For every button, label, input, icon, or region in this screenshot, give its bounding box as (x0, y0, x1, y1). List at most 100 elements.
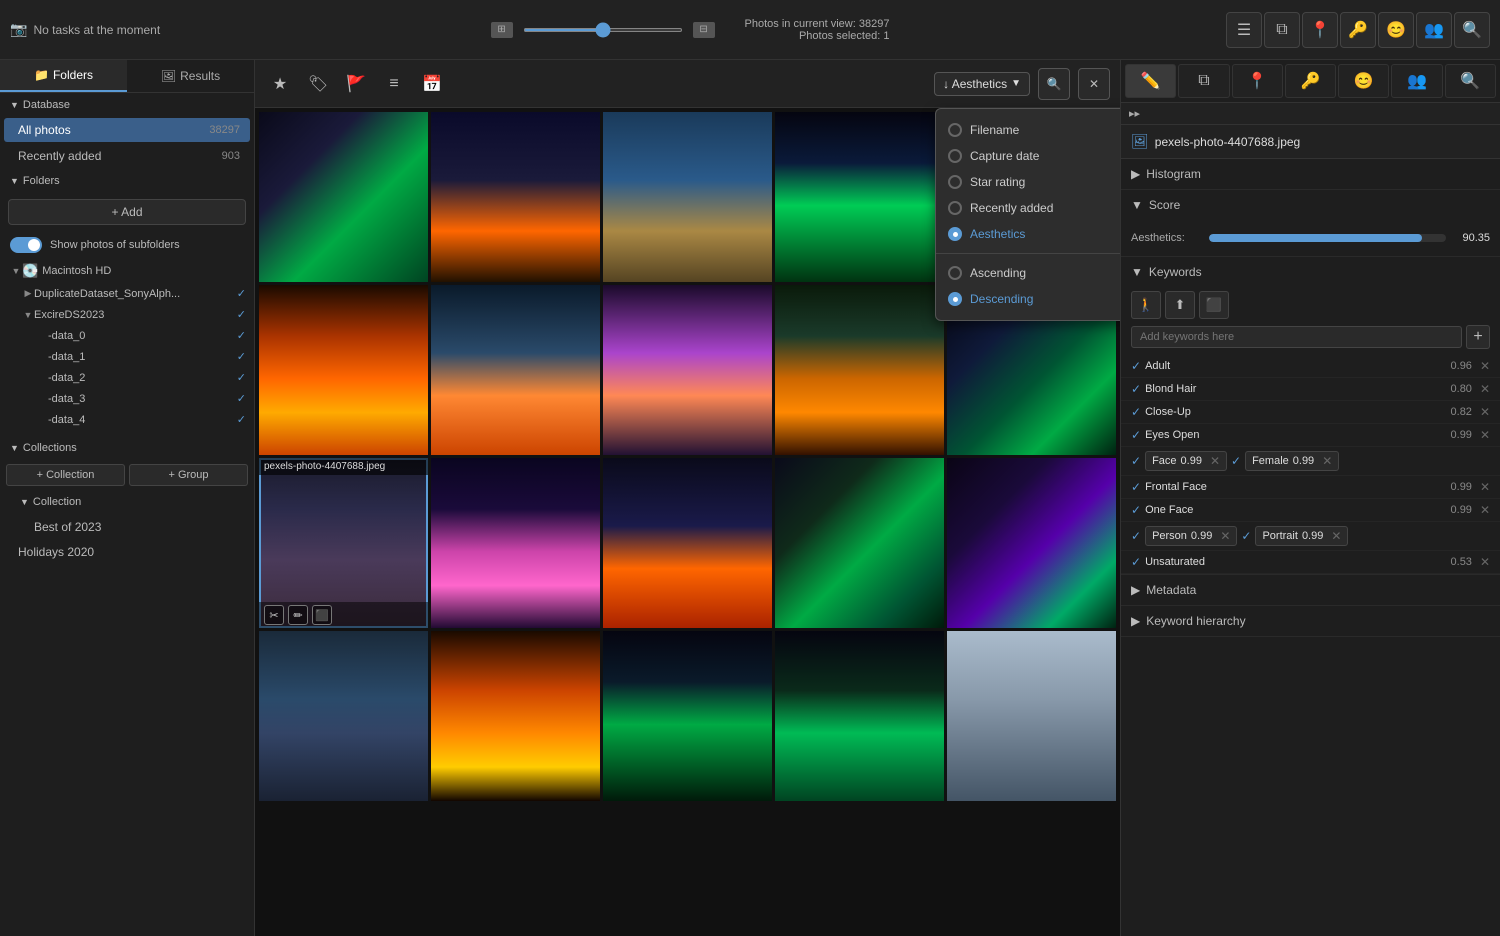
clear-filter-button[interactable]: ✕ (1078, 68, 1110, 100)
right-tool-face[interactable]: 😊 (1338, 64, 1389, 98)
sort-option-filename[interactable]: Filename (936, 117, 1120, 143)
collection-subsection-header[interactable]: ▼ Collection (0, 490, 254, 514)
sidebar-item-best-of-2023[interactable]: Best of 2023 (4, 515, 250, 539)
sort-option-aesthetics[interactable]: Aesthetics (936, 221, 1120, 247)
sidebar-item-all-photos[interactable]: All photos 38297 (4, 118, 250, 142)
adult-remove-button[interactable]: ✕ (1480, 359, 1490, 373)
unsat-remove-button[interactable]: ✕ (1480, 555, 1490, 569)
photo-cell-6[interactable] (259, 285, 428, 455)
folder-duplicate-dataset[interactable]: ▶ DuplicateDataset_SonyAlph... ✓ (0, 283, 254, 304)
right-tool-people[interactable]: 👥 (1391, 64, 1442, 98)
face-tag-score: 0.99 (1181, 455, 1202, 467)
list-icon-btn[interactable]: ≡ (379, 69, 409, 99)
photo-cell-2[interactable] (431, 112, 600, 282)
copy-icon-btn[interactable]: ⧉ (1264, 12, 1300, 48)
photo-cell-8[interactable] (603, 285, 772, 455)
photo-action-btn-0[interactable]: ✂ (264, 605, 284, 625)
photo-cell-16[interactable] (259, 631, 428, 801)
photo-cell-12[interactable] (431, 458, 600, 628)
portrait-tag-remove[interactable]: ✕ (1331, 529, 1341, 543)
photo-cell-1[interactable] (259, 112, 428, 282)
photo-cell-13[interactable] (603, 458, 772, 628)
photo-cell-9[interactable] (775, 285, 944, 455)
location-icon-btn[interactable]: 📍 (1302, 12, 1338, 48)
sort-order-ascending[interactable]: Ascending (936, 260, 1120, 286)
person-tag-remove[interactable]: ✕ (1220, 529, 1230, 543)
sort-option-recently-added[interactable]: Recently added (936, 195, 1120, 221)
kw-person-btn[interactable]: 🚶 (1131, 291, 1161, 319)
photo-cell-3[interactable] (603, 112, 772, 282)
folder-data-4[interactable]: -data_4 ✓ (0, 409, 254, 430)
histogram-header[interactable]: ▶ Histogram (1121, 159, 1500, 189)
add-keyword-button[interactable]: + (1466, 325, 1490, 349)
sort-order-descending[interactable]: Descending (936, 286, 1120, 312)
face-tag-remove[interactable]: ✕ (1210, 454, 1220, 468)
folder-data-1[interactable]: -data_1 ✓ (0, 346, 254, 367)
photo-cell-15[interactable] (947, 458, 1116, 628)
photo-cell-17[interactable] (431, 631, 600, 801)
metadata-header[interactable]: ▶ Metadata (1121, 575, 1500, 605)
sort-option-capture-date[interactable]: Capture date (936, 143, 1120, 169)
people-icon-btn[interactable]: 👥 (1416, 12, 1452, 48)
photo-action-btn-2[interactable]: ⬛ (312, 605, 332, 625)
photo-cell-4[interactable] (775, 112, 944, 282)
sidebar-item-recently-added[interactable]: Recently added 903 (4, 144, 250, 168)
keywords-header[interactable]: ▼ Keywords (1121, 257, 1500, 287)
zoom-slider[interactable] (523, 28, 683, 32)
subfolders-toggle[interactable] (10, 237, 42, 253)
folder-data-0[interactable]: -data_0 ✓ (0, 325, 254, 346)
folder-macintosh[interactable]: ▼ 💽 Macintosh HD (0, 259, 254, 283)
tab-folders[interactable]: 📁 Folders (0, 60, 127, 92)
oneface-remove-button[interactable]: ✕ (1480, 503, 1490, 517)
label-icon-btn[interactable]: 🏷 (303, 69, 333, 99)
closeup-remove-button[interactable]: ✕ (1480, 405, 1490, 419)
sort-option-star-rating[interactable]: Star rating (936, 169, 1120, 195)
right-tool-location[interactable]: 📍 (1232, 64, 1283, 98)
calendar-icon-btn[interactable]: 📅 (417, 69, 447, 99)
right-tool-edit[interactable]: ✏️ (1125, 64, 1176, 98)
sort-desc-radio (948, 292, 962, 306)
folders-section-header[interactable]: ▼ Folders (0, 169, 254, 193)
face-icon-btn[interactable]: 😊 (1378, 12, 1414, 48)
menu-icon-btn[interactable]: ☰ (1226, 12, 1262, 48)
photo-cell-14[interactable] (775, 458, 944, 628)
add-folder-button[interactable]: + Add (8, 199, 246, 225)
score-header[interactable]: ▼ Score (1121, 190, 1500, 220)
kw-upload-btn[interactable]: ⬆ (1165, 291, 1195, 319)
sort-dropdown-trigger[interactable]: ↓ Aesthetics ▼ (934, 72, 1030, 96)
right-tool-copy[interactable]: ⧉ (1178, 64, 1229, 98)
tab-results[interactable]: 🖼 Results (127, 60, 254, 92)
new-group-button[interactable]: + Group (129, 464, 248, 486)
kw-download-btn[interactable]: ⬛ (1199, 291, 1229, 319)
photo-cell-18[interactable] (603, 631, 772, 801)
search-icon-btn[interactable]: 🔍 (1454, 12, 1490, 48)
database-section-header[interactable]: ▼ Database (0, 93, 254, 117)
photo-cell-7[interactable] (431, 285, 600, 455)
photo-action-btn-1[interactable]: ✏ (288, 605, 308, 625)
data1-label: -data_1 (48, 351, 85, 363)
flag-icon-btn[interactable]: 🚩 (341, 69, 371, 99)
frontal-remove-button[interactable]: ✕ (1480, 480, 1490, 494)
photo-cell-20[interactable] (947, 631, 1116, 801)
search-filter-button[interactable]: 🔍 (1038, 68, 1070, 100)
collections-section-header[interactable]: ▼ Collections (0, 436, 254, 460)
star-icon-btn[interactable]: ★ (265, 69, 295, 99)
photo-cell-19[interactable] (775, 631, 944, 801)
sidebar-item-holidays-2020[interactable]: Holidays 2020 (4, 540, 250, 564)
folder-data-3[interactable]: -data_3 ✓ (0, 388, 254, 409)
blond-remove-button[interactable]: ✕ (1480, 382, 1490, 396)
folder-excire[interactable]: ▼ ExcireDS2023 ✓ (0, 304, 254, 325)
folder-data-2[interactable]: -data_2 ✓ (0, 367, 254, 388)
key-icon-btn[interactable]: 🔑 (1340, 12, 1376, 48)
eyesopen-remove-button[interactable]: ✕ (1480, 428, 1490, 442)
kw-tag-portrait: Portrait 0.99 ✕ (1255, 526, 1348, 546)
right-expand-button[interactable]: ▸▸ (1121, 103, 1500, 125)
female-tag-remove[interactable]: ✕ (1322, 454, 1332, 468)
new-collection-button[interactable]: + Collection (6, 464, 125, 486)
zoom-slider-container[interactable] (523, 28, 683, 32)
right-tool-search[interactable]: 🔍 (1445, 64, 1496, 98)
keyword-hierarchy-header[interactable]: ▶ Keyword hierarchy (1121, 606, 1500, 636)
right-tool-key[interactable]: 🔑 (1285, 64, 1336, 98)
keyword-input[interactable] (1131, 326, 1462, 348)
photo-cell-11[interactable]: pexels-photo-4407688.jpeg✂✏⬛ (259, 458, 428, 628)
